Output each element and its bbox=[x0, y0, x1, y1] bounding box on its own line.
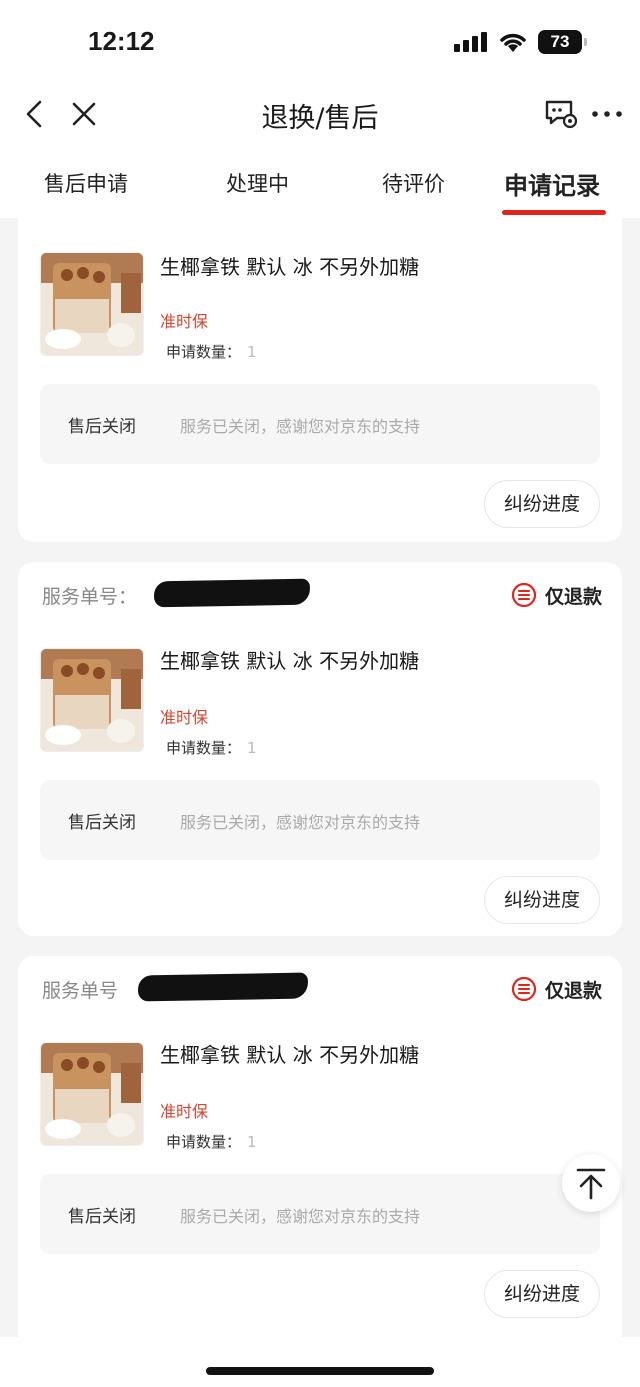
refund-type-label: 仅退款 bbox=[544, 979, 602, 1002]
status-box[interactable]: 售后关闭 服务已关闭，感谢您对京东的支持 bbox=[40, 1174, 600, 1254]
status-label: 售后关闭 bbox=[68, 1207, 136, 1227]
product-name[interactable]: 生椰拿铁 默认 冰 不另外加糖 bbox=[160, 251, 419, 280]
more-icon[interactable] bbox=[590, 100, 624, 128]
service-number-label: 服务单号： bbox=[42, 586, 138, 608]
product-image[interactable] bbox=[40, 648, 144, 752]
quantity-label: 申请数量： bbox=[166, 343, 242, 361]
signal-icon bbox=[454, 32, 488, 52]
record-card: 生椰拿铁 默认 冰 不另外加糖 准时保 申请数量： 1 售后关闭 服务已关闭，感谢… bbox=[18, 218, 622, 542]
back-to-top-button[interactable] bbox=[562, 1154, 620, 1212]
card-header: 服务单号： 仅退款 bbox=[42, 578, 602, 610]
refund-icon bbox=[511, 976, 537, 1002]
home-indicator[interactable] bbox=[206, 1367, 434, 1375]
message-settings-icon[interactable] bbox=[544, 98, 578, 130]
tab-bar: 售后申请 处理中 待评价 申请记录 bbox=[0, 150, 640, 218]
status-box[interactable]: 售后关闭 服务已关闭，感谢您对京东的支持 bbox=[40, 384, 600, 464]
refund-type: 仅退款 bbox=[511, 580, 602, 610]
refund-type-label: 仅退款 bbox=[544, 585, 602, 608]
status-message: 服务已关闭，感谢您对京东的支持 bbox=[180, 813, 421, 832]
apply-quantity: 申请数量： 1 bbox=[166, 737, 257, 758]
service-tag: 准时保 bbox=[160, 312, 209, 331]
refund-type: 仅退款 bbox=[511, 974, 602, 1004]
record-card: 服务单号 仅退款 生椰拿铁 默认 冰 不另外加糖 准时保 申请数量： 1 售后关… bbox=[18, 956, 622, 1337]
tab-apply-records[interactable]: 申请记录 bbox=[504, 166, 600, 201]
record-card: 服务单号： 仅退款 生椰拿铁 默认 冰 不另外加糖 准时保 申请数量： 1 售后… bbox=[18, 562, 622, 936]
quantity-label: 申请数量： bbox=[166, 1133, 242, 1151]
bottom-bar bbox=[0, 1337, 640, 1387]
quantity-label: 申请数量： bbox=[166, 739, 242, 757]
tab-pending-review[interactable]: 待评价 bbox=[382, 168, 445, 198]
tab-processing[interactable]: 处理中 bbox=[226, 168, 289, 198]
service-tag: 准时保 bbox=[160, 708, 209, 727]
wifi-icon bbox=[500, 33, 526, 52]
status-bar: 12:12 73 bbox=[0, 0, 640, 86]
status-label: 售后关闭 bbox=[68, 813, 136, 833]
battery-icon: 73 bbox=[538, 30, 587, 54]
status-message: 服务已关闭，感谢您对京东的支持 bbox=[180, 1207, 421, 1226]
service-number-label: 服务单号 bbox=[42, 980, 119, 1002]
status-label: 售后关闭 bbox=[68, 417, 136, 437]
product-name[interactable]: 生椰拿铁 默认 冰 不另外加糖 bbox=[160, 1039, 419, 1068]
apply-quantity: 申请数量： 1 bbox=[166, 1131, 257, 1152]
status-time: 12:12 bbox=[88, 26, 155, 56]
redacted-service-number bbox=[137, 972, 309, 1002]
apply-quantity: 申请数量： 1 bbox=[166, 341, 257, 362]
status-box[interactable]: 售后关闭 服务已关闭，感谢您对京东的支持 bbox=[40, 780, 600, 860]
card-header: 服务单号 仅退款 bbox=[42, 972, 602, 1004]
redacted-service-number bbox=[153, 578, 311, 608]
quantity-value: 1 bbox=[247, 343, 257, 361]
tab-after-sale-apply[interactable]: 售后申请 bbox=[44, 168, 128, 198]
status-message: 服务已关闭，感谢您对京东的支持 bbox=[180, 417, 421, 436]
arrow-to-top-icon bbox=[576, 1168, 606, 1200]
dispute-progress-button[interactable]: 纠纷进度 bbox=[484, 876, 600, 924]
quantity-value: 1 bbox=[247, 739, 257, 757]
dispute-progress-button[interactable]: 纠纷进度 bbox=[484, 480, 600, 528]
service-tag: 准时保 bbox=[160, 1102, 209, 1121]
product-image[interactable] bbox=[40, 1042, 144, 1146]
refund-icon bbox=[511, 582, 537, 608]
product-name[interactable]: 生椰拿铁 默认 冰 不另外加糖 bbox=[160, 645, 419, 674]
nav-bar: 退换/售后 bbox=[0, 86, 640, 150]
tab-underline bbox=[502, 210, 606, 215]
record-list[interactable]: 生椰拿铁 默认 冰 不另外加糖 准时保 申请数量： 1 售后关闭 服务已关闭，感谢… bbox=[0, 218, 640, 1337]
product-image[interactable] bbox=[40, 252, 144, 356]
dispute-progress-button[interactable]: 纠纷进度 bbox=[484, 1270, 600, 1318]
quantity-value: 1 bbox=[247, 1133, 257, 1151]
